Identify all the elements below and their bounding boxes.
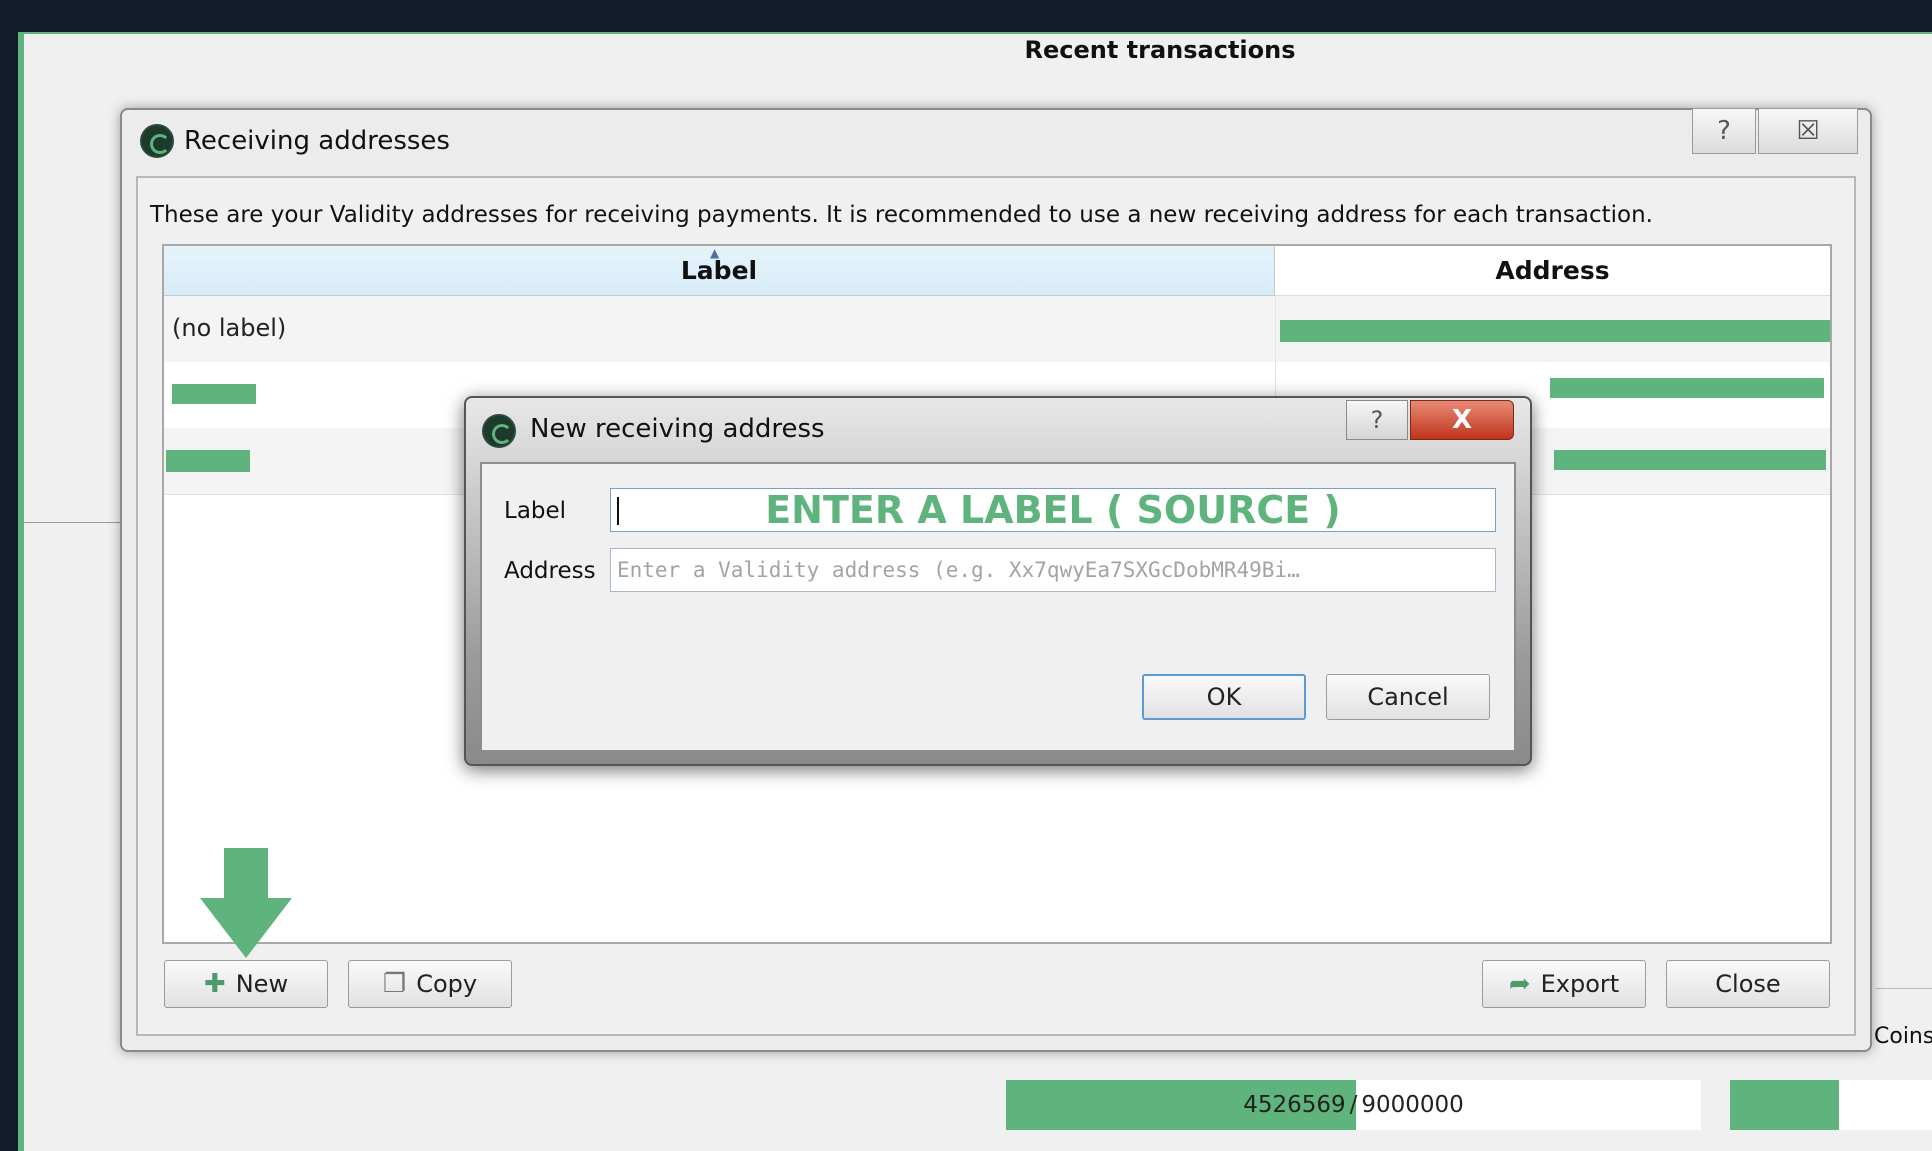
secondary-progress-fill (1730, 1080, 1840, 1130)
close-icon: ☒ (1796, 116, 1820, 146)
new-receiving-address-dialog: New receiving address ? X Label ENTER A … (464, 396, 1532, 766)
new-button-label: New (235, 970, 289, 998)
table-row[interactable]: (no label) (164, 296, 1830, 363)
close-window-button[interactable]: ☒ (1758, 108, 1858, 154)
help-icon: ? (1717, 116, 1731, 146)
close-icon: X (1451, 405, 1473, 435)
divider (24, 522, 124, 523)
redacted-address (1280, 320, 1830, 342)
new-address-dialog-title: New receiving address (530, 414, 825, 444)
cell-divider (1275, 296, 1276, 362)
validity-logo-icon (140, 124, 174, 158)
supply-progress-text: 4526569 / 9000000 (1006, 1080, 1701, 1130)
close-window-button[interactable]: X (1410, 400, 1514, 440)
supply-separator: / (1349, 1092, 1358, 1118)
dialog-title: Receiving addresses (184, 126, 450, 156)
dialog-description: These are your Validity addresses for re… (150, 202, 1653, 228)
copy-icon: ❐ (382, 969, 407, 999)
column-header-label[interactable]: ▲ Label (164, 246, 1275, 296)
row-label: (no label) (172, 314, 287, 342)
redacted-label (172, 384, 256, 404)
column-header-label-text: Label (680, 256, 758, 285)
help-button[interactable]: ? (1346, 400, 1408, 440)
cancel-button-label: Cancel (1367, 683, 1449, 711)
export-button[interactable]: ➦ Export (1482, 960, 1646, 1008)
help-icon: ? (1370, 406, 1384, 434)
cancel-button[interactable]: Cancel (1326, 674, 1490, 720)
copy-address-button[interactable]: ❐ Copy (348, 960, 512, 1008)
new-address-form: Label ENTER A LABEL ( SOURCE ) Address O… (480, 462, 1516, 752)
label-field-label: Label (504, 498, 567, 524)
divider (1876, 988, 1932, 989)
redacted-address (1554, 450, 1826, 470)
redacted-label (166, 450, 250, 472)
dialog-titlebar[interactable]: Receiving addresses ? ☒ (122, 108, 1870, 172)
label-input[interactable]: ENTER A LABEL ( SOURCE ) (610, 488, 1496, 532)
secondary-progress-bar (1730, 1080, 1932, 1130)
close-button[interactable]: Close (1666, 960, 1830, 1008)
plus-icon: ✚ (203, 969, 226, 999)
close-button-label: Close (1715, 970, 1781, 998)
coins-label: Coins (1874, 1024, 1932, 1049)
column-header-address-text: Address (1495, 256, 1610, 285)
help-button[interactable]: ? (1692, 108, 1756, 154)
validity-logo-icon (482, 414, 516, 448)
new-address-button[interactable]: ✚ New (164, 960, 328, 1008)
export-button-label: Export (1540, 970, 1620, 998)
supply-current: 4526569 (1243, 1092, 1346, 1118)
down-arrow-icon (200, 848, 292, 958)
address-field-label: Address (504, 558, 596, 584)
label-instruction-overlay: ENTER A LABEL ( SOURCE ) (765, 488, 1341, 532)
address-input[interactable] (611, 549, 1495, 591)
export-icon: ➦ (1508, 969, 1531, 999)
ok-button-label: OK (1206, 683, 1242, 711)
column-header-address[interactable]: Address (1275, 246, 1830, 296)
address-field[interactable] (610, 548, 1496, 592)
copy-button-label: Copy (416, 970, 478, 998)
recent-transactions-title: Recent transactions (1024, 36, 1296, 64)
sort-ascending-icon: ▲ (710, 246, 720, 260)
supply-total: 9000000 (1361, 1092, 1464, 1118)
redacted-address (1550, 378, 1824, 398)
ok-button[interactable]: OK (1142, 674, 1306, 720)
supply-progress-bar: 4526569 / 9000000 (1006, 1080, 1701, 1130)
